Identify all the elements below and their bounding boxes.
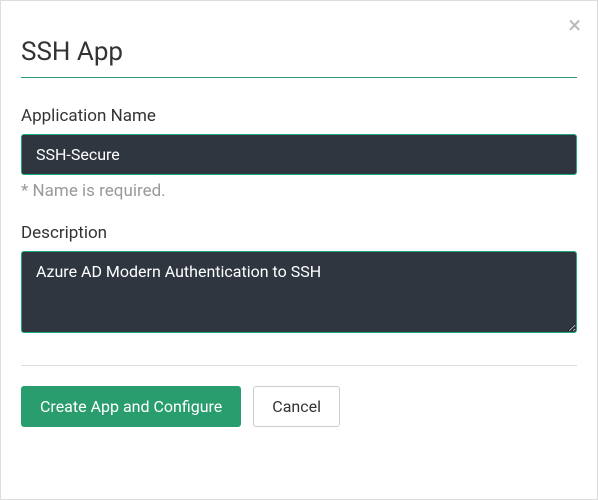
app-name-label: Application Name xyxy=(21,106,577,126)
app-name-hint: * Name is required. xyxy=(21,181,577,201)
cancel-button[interactable]: Cancel xyxy=(253,386,340,427)
modal-title: SSH App xyxy=(21,37,577,67)
ssh-app-modal: × SSH App Application Name * Name is req… xyxy=(1,1,597,445)
title-divider xyxy=(21,77,577,78)
button-divider xyxy=(21,365,577,366)
app-name-group: Application Name * Name is required. xyxy=(21,106,577,201)
description-label: Description xyxy=(21,223,577,243)
create-configure-button[interactable]: Create App and Configure xyxy=(21,386,241,427)
description-input[interactable]: Azure AD Modern Authentication to SSH xyxy=(21,251,577,333)
description-group: Description Azure AD Modern Authenticati… xyxy=(21,223,577,337)
app-name-input[interactable] xyxy=(21,134,577,175)
close-icon[interactable]: × xyxy=(568,13,581,37)
button-row: Create App and Configure Cancel xyxy=(21,386,577,427)
